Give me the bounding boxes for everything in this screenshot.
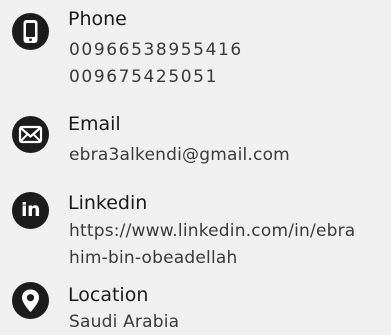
location-label: Location	[68, 284, 149, 306]
location-value: Saudi Arabia	[69, 312, 180, 332]
phone-number-2[interactable]: 009675425051	[69, 65, 218, 90]
email-label: Email	[68, 113, 121, 135]
phone-icon	[12, 13, 49, 50]
phone-number-1[interactable]: 00966538955416	[69, 38, 243, 63]
linkedin-url-line-2[interactable]: him-bin-obeadellah	[69, 246, 238, 271]
linkedin-icon: in	[12, 192, 49, 229]
phone-label: Phone	[68, 8, 127, 30]
linkedin-icon-text: in	[20, 198, 41, 221]
linkedin-url-line-1[interactable]: https://www.linkedin.com/in/ebra	[69, 219, 355, 244]
linkedin-label: Linkedin	[68, 192, 148, 214]
envelope-icon	[12, 116, 49, 153]
email-address[interactable]: ebra3alkendi@gmail.com	[69, 143, 290, 168]
map-pin-icon	[12, 282, 49, 319]
